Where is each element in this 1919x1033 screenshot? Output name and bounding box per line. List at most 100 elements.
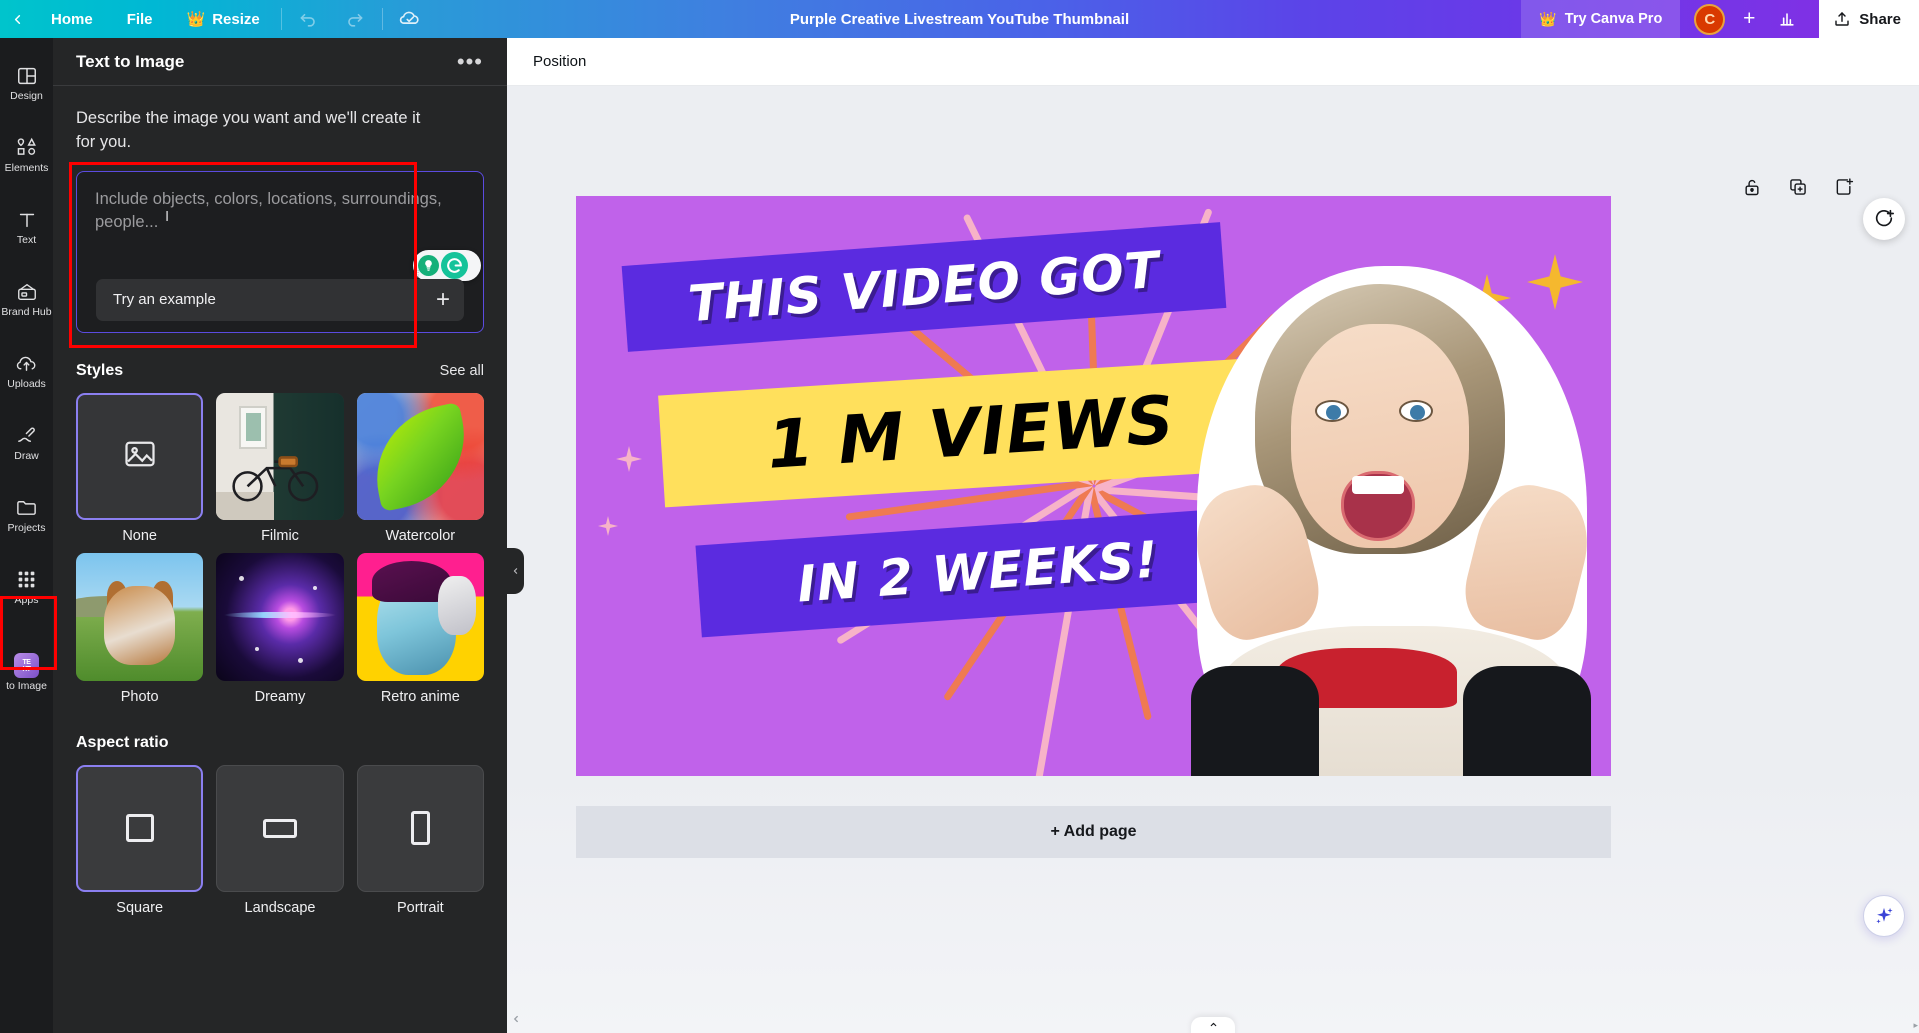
canvas-area[interactable]: THIS VIDEO GOT 1 M VIEWS IN 2 WEEKS! + A…: [507, 86, 1919, 1033]
aspect-ratio-title: Aspect ratio: [76, 733, 169, 751]
prompt-input[interactable]: Include objects, colors, locations, surr…: [76, 170, 484, 333]
styles-title: Styles: [76, 361, 124, 379]
style-thumbnail[interactable]: [216, 392, 344, 521]
expand-pages-panel-button[interactable]: [1191, 1017, 1235, 1033]
aspect-ratio-box[interactable]: [76, 764, 204, 892]
sidebar-item-label: Uploads: [7, 377, 46, 390]
style-thumbnail[interactable]: [216, 553, 344, 681]
add-comment-button[interactable]: [1863, 198, 1905, 240]
grid-dots-icon: [16, 568, 37, 592]
style-option-photo[interactable]: Photo: [76, 553, 204, 705]
share-label: Share: [1859, 10, 1901, 28]
duplicate-icon: [1790, 179, 1806, 195]
retro-anime-art: [356, 553, 484, 681]
scroll-left-button[interactable]: [511, 1014, 521, 1027]
style-option-retro-anime[interactable]: Retro anime: [356, 553, 484, 705]
aspect-ratio-option-portrait[interactable]: Portrait: [356, 764, 484, 916]
try-canva-pro-button[interactable]: 👑 Try Canva Pro: [1521, 0, 1681, 38]
style-label: None: [122, 528, 157, 545]
invite-members-button[interactable]: +: [1735, 0, 1763, 38]
style-option-watercolor[interactable]: Watercolor: [356, 392, 484, 545]
sidebar-item-uploads[interactable]: Uploads: [0, 340, 53, 402]
text-to-image-app-icon: TE XT: [14, 653, 39, 679]
avatar[interactable]: C: [1694, 3, 1726, 35]
aspect-ratio-option-landscape[interactable]: Landscape: [216, 764, 344, 916]
aspect-ratio-box[interactable]: [356, 764, 484, 892]
share-button[interactable]: Share: [1819, 0, 1919, 38]
sidebar-item-apps[interactable]: Apps: [0, 556, 53, 618]
sidebar-item-design[interactable]: Design: [0, 52, 53, 114]
brand-card-icon: [16, 280, 38, 304]
drag-grip-icon[interactable]: ⣿: [414, 269, 420, 278]
style-option-none[interactable]: None: [76, 392, 204, 545]
scroll-right-indicator[interactable]: ▸: [1913, 1020, 1918, 1031]
try-an-example-button[interactable]: Try an example +: [96, 278, 464, 321]
back-button[interactable]: [0, 0, 34, 38]
home-menu-item[interactable]: Home: [34, 0, 110, 38]
sidebar-item-label: Draw: [14, 449, 39, 462]
panel-bottom-fade: [53, 1017, 507, 1033]
sidebar-item-label: Text: [16, 233, 37, 246]
redo-icon: [348, 13, 363, 27]
insights-button[interactable]: [1763, 0, 1811, 38]
file-menu-item[interactable]: File: [110, 0, 170, 38]
person-photo-element[interactable]: [1181, 256, 1601, 776]
lock-page-button[interactable]: [1739, 174, 1765, 200]
chevron-up-icon: [1210, 1022, 1216, 1027]
sidebar-item-text[interactable]: Text: [0, 196, 53, 258]
aspect-ratio-label: Landscape: [244, 899, 316, 916]
sidebar-item-projects[interactable]: Projects: [0, 484, 53, 546]
grammarly-logo-icon[interactable]: [441, 251, 468, 279]
design-text: IN 2 WEEKS!: [795, 530, 1161, 614]
redo-button[interactable]: [332, 0, 378, 38]
grammarly-widget[interactable]: ⣿: [413, 249, 481, 281]
avatar-initial: C: [1704, 10, 1716, 28]
aspect-ratio-box[interactable]: [216, 764, 344, 892]
pen-icon: [15, 424, 38, 448]
square-glyph-icon: [125, 814, 154, 843]
panel-body: Describe the image you want and we'll cr…: [53, 107, 507, 916]
style-thumbnail[interactable]: [76, 392, 204, 521]
share-upload-icon: [1835, 12, 1850, 26]
sidebar-item-draw[interactable]: Draw: [0, 412, 53, 474]
undo-button[interactable]: [286, 0, 332, 38]
try-pro-label: Try Canva Pro: [1564, 11, 1663, 27]
style-option-dreamy[interactable]: Dreamy: [216, 553, 344, 705]
panel-collapse-button[interactable]: [507, 548, 524, 594]
portrait-glyph-icon: [410, 811, 430, 846]
cloud-saved-button[interactable]: [387, 0, 433, 38]
page-tools: [1739, 174, 1857, 200]
position-button[interactable]: Position: [522, 46, 597, 77]
plus-icon[interactable]: +: [436, 287, 450, 312]
sidebar-item-label: Apps: [14, 593, 39, 606]
shapes-icon: [15, 136, 38, 160]
sidebar-item-brand-hub[interactable]: Brand Hub: [0, 268, 53, 330]
duplicate-page-button[interactable]: [1785, 174, 1811, 200]
filmic-art: [216, 392, 344, 521]
styles-grid: None Filmic Watercolor Photo Dreamy Retr…: [76, 392, 484, 705]
try-an-example-label: Try an example: [113, 291, 216, 309]
add-page-button[interactable]: + Add page: [576, 806, 1611, 858]
styles-section-header: Styles See all: [76, 362, 484, 380]
aspect-ratio-option-square[interactable]: Square: [76, 764, 204, 916]
style-option-filmic[interactable]: Filmic: [216, 392, 344, 544]
lightbulb-icon[interactable]: [418, 254, 439, 276]
lock-icon: [1745, 179, 1759, 196]
style-thumbnail[interactable]: [356, 553, 484, 681]
dreamy-art: [216, 553, 344, 681]
home-label: Home: [51, 10, 93, 28]
sidebar-item-elements[interactable]: Elements: [0, 124, 53, 186]
add-page-after-button[interactable]: [1831, 174, 1857, 200]
aspect-ratio-section-header: Aspect ratio: [76, 734, 484, 752]
styles-see-all-link[interactable]: See all: [440, 363, 484, 379]
folder-icon: [15, 496, 38, 520]
top-bar: Home File 👑 Resize Purple Creative Lives…: [0, 0, 1919, 38]
style-thumbnail[interactable]: [356, 392, 484, 521]
resize-menu-item[interactable]: 👑 Resize: [170, 0, 277, 38]
more-horizontal-icon[interactable]: •••: [453, 50, 487, 73]
style-label: Watercolor: [385, 528, 456, 545]
sidebar-item-to-image[interactable]: TE XT to Image: [0, 642, 53, 704]
magic-studio-button[interactable]: [1863, 895, 1905, 937]
style-thumbnail[interactable]: [76, 553, 204, 681]
design-page[interactable]: THIS VIDEO GOT 1 M VIEWS IN 2 WEEKS!: [576, 196, 1611, 776]
